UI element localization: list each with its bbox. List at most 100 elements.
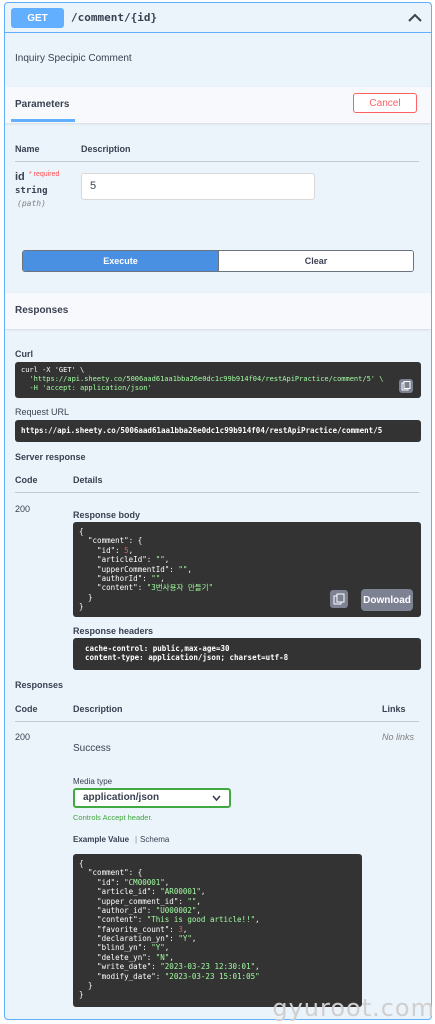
col-code-header: Code — [15, 475, 38, 485]
json-key: "id": — [79, 545, 125, 555]
json-key: "content": — [79, 583, 147, 593]
json-value: "U000002" — [155, 905, 197, 915]
code-line: } — [79, 980, 93, 990]
curl-command[interactable]: curl -X 'GET' \ 'https://api.sheety.co/5… — [15, 362, 421, 398]
json-punct: , — [196, 905, 201, 915]
col-details-header: Details — [73, 475, 103, 485]
json-value: "Y" — [151, 943, 165, 953]
json-punct: , — [128, 545, 134, 555]
code-line: "declaration_yn": "Y", — [79, 934, 356, 943]
code-line: "articleId": "", — [79, 555, 415, 564]
copy-icon[interactable] — [330, 590, 348, 608]
code-line: "blind_yn": "Y", — [79, 943, 356, 952]
id-input[interactable]: 5 — [81, 173, 315, 200]
schema-tab[interactable]: Schema — [140, 835, 169, 844]
col-description-header: Description — [73, 704, 123, 714]
example-value-tab[interactable]: Example Value — [73, 835, 129, 844]
divider — [15, 161, 419, 162]
download-button[interactable]: Download — [361, 589, 413, 611]
request-url-label: Request URL — [15, 407, 70, 417]
execute-button[interactable]: Execute — [23, 251, 218, 271]
code-line: "modify_date": "2023-03-23 15:01:05" — [79, 972, 356, 981]
tab-separator: | — [135, 835, 138, 844]
header-line: content-type: application/json; charset=… — [85, 653, 289, 663]
server-response-label: Server response — [15, 452, 86, 462]
json-punct: , — [200, 887, 206, 897]
json-key: "author_id": — [79, 905, 156, 915]
code-line: "upper_comment_id": "", — [79, 897, 356, 906]
json-punct: , — [191, 934, 197, 943]
json-key: "content": — [79, 915, 147, 925]
json-key: "declaration_yn": — [79, 934, 179, 943]
json-value: "" — [155, 555, 165, 565]
watermark-text: gyuroot.com — [272, 994, 435, 1022]
json-value: "2023-03-23 12:30:01" — [160, 962, 256, 972]
json-value: "This is good article!!" — [146, 915, 256, 925]
media-type-select[interactable]: application/json — [73, 788, 231, 808]
json-punct: , — [164, 943, 170, 953]
response-headers-label: Response headers — [73, 626, 154, 636]
json-punct: , — [187, 564, 192, 574]
operation-path: /comment/{id} — [71, 11, 158, 24]
tab-underline — [11, 119, 75, 122]
param-name: id — [15, 171, 25, 183]
clear-button[interactable]: Clear — [218, 251, 413, 271]
json-punct: , — [255, 915, 260, 925]
copy-icon[interactable] — [399, 379, 413, 393]
json-value: "2023-03-23 15:01:05" — [164, 971, 260, 981]
code-line: "favorite_count": 3, — [79, 925, 356, 934]
controls-accept-note: Controls Accept header. — [73, 813, 153, 822]
json-punct: , — [164, 555, 170, 565]
code-line: "delete_yn": "N", — [79, 953, 356, 962]
json-key: "blind_yn": — [79, 943, 152, 953]
curl-line: 'https://api.sheety.co/5006aad61aa1bba26… — [21, 374, 384, 383]
json-value: "AR00001" — [160, 887, 201, 897]
response-headers[interactable]: cache-control: public,max-age=30 content… — [73, 638, 421, 670]
documented-status-code: 200 — [15, 732, 31, 742]
curl-line: curl -X 'GET' \ — [21, 366, 85, 374]
code-line: "content": "This is good article!!", — [79, 915, 356, 924]
http-method-badge: GET — [11, 8, 64, 28]
json-key: "favorite_count": — [79, 924, 179, 934]
code-line: "article_id": "AR00001", — [79, 887, 356, 896]
required-mark: * required — [29, 171, 60, 178]
json-punct: , — [196, 896, 201, 906]
responses-title: Responses — [15, 305, 69, 316]
documented-description: Success — [73, 743, 111, 754]
code-line: "id": "CM00001", — [79, 878, 356, 887]
chevron-up-icon[interactable] — [405, 8, 425, 28]
no-links-text: No links — [382, 732, 415, 742]
parameters-tab[interactable]: Parameters — [15, 99, 69, 110]
code-line: { — [79, 527, 84, 536]
code-line: { — [79, 859, 84, 868]
json-key: "write_date": — [79, 962, 161, 972]
param-type: string — [15, 186, 48, 196]
execute-button-group: Execute Clear — [22, 250, 414, 272]
curl-label: Curl — [15, 349, 33, 359]
media-type-value: application/json — [83, 792, 160, 803]
response-body-label: Response body — [73, 510, 141, 520]
code-line: "comment": { — [79, 536, 143, 546]
code-line: "id": 5, — [79, 546, 415, 555]
col-name-header: Name — [15, 144, 40, 154]
request-url[interactable]: https://api.sheety.co/5006aad61aa1bba26e… — [15, 420, 421, 442]
operation-summary[interactable]: GET /comment/{id} — [5, 3, 431, 33]
operation-block: GET /comment/{id} Inquiry Specipic Comme… — [4, 2, 432, 1020]
divider — [15, 492, 419, 493]
response-status-code: 200 — [15, 504, 31, 514]
parameters-header: Parameters Cancel — [5, 87, 431, 123]
responses-header: Responses — [5, 293, 431, 329]
json-key: "authorId": — [79, 573, 152, 583]
col-code-header: Code — [15, 704, 38, 714]
json-punct: , — [169, 952, 174, 962]
code-line: "upperCommentId": "", — [79, 565, 415, 574]
json-key: "delete_yn": — [79, 952, 156, 962]
json-key: "upper_comment_id": — [79, 896, 188, 906]
curl-line: -H 'accept: application/json' — [21, 383, 152, 392]
code-line: "comment": { — [79, 868, 143, 878]
example-value-body[interactable]: { "comment": { "id": "CM00001", "article… — [73, 854, 362, 1007]
json-value: "3번사용자 만들기" — [146, 583, 214, 593]
cancel-button[interactable]: Cancel — [353, 93, 417, 113]
json-punct: , — [160, 573, 165, 583]
col-description-header: Description — [81, 144, 131, 154]
